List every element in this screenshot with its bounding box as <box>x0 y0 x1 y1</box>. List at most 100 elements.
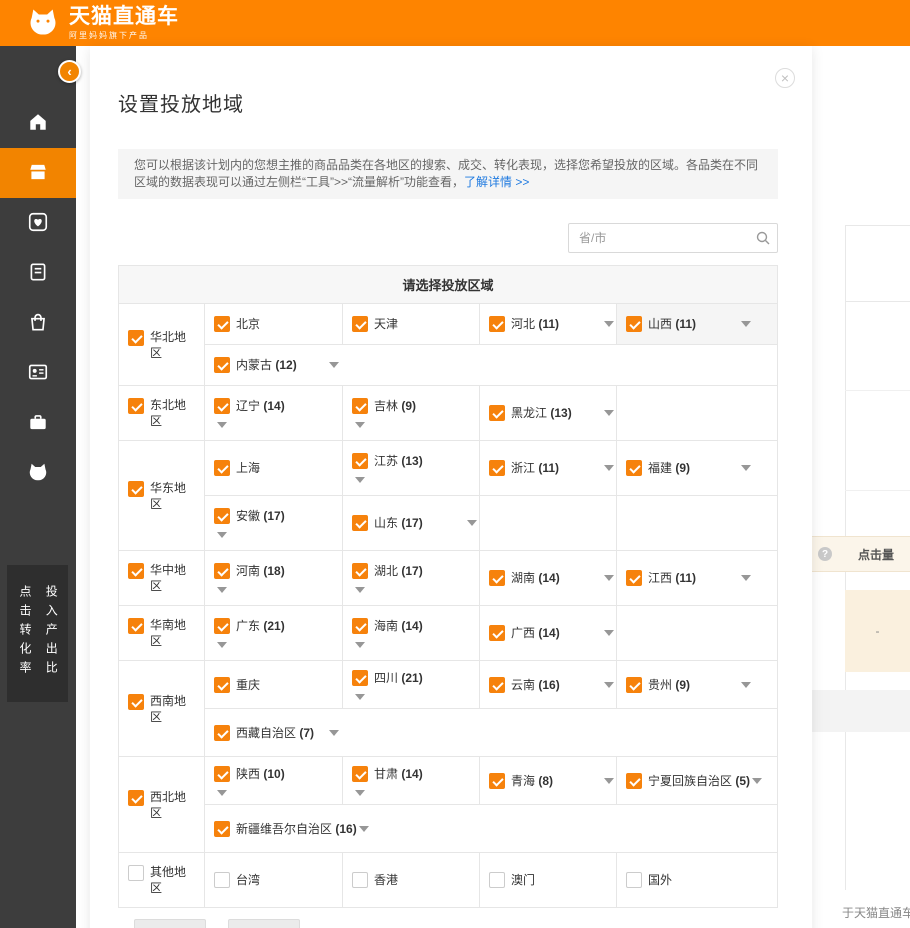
dropdown-arrow-icon[interactable] <box>604 321 614 327</box>
province-cell[interactable]: 云南 (16) <box>479 661 616 708</box>
region-group-label[interactable]: 华东地区 <box>119 441 205 550</box>
dropdown-arrow-icon[interactable] <box>604 630 614 636</box>
sidebar-metric-panel[interactable]: 点击转化率 投入产出比 <box>7 565 68 702</box>
province-cell[interactable]: 澳门 <box>479 853 616 907</box>
sidebar-item-campaigns[interactable] <box>0 148 76 198</box>
dropdown-arrow-icon[interactable] <box>329 362 339 368</box>
checkbox[interactable] <box>352 316 368 332</box>
checkbox[interactable] <box>128 330 144 346</box>
checkbox[interactable] <box>214 872 230 888</box>
dropdown-arrow-icon[interactable] <box>741 465 751 471</box>
bg-footer-link[interactable]: 于天猫直通车 <box>842 904 910 921</box>
region-group-label[interactable]: 华北地区 <box>119 304 205 385</box>
checkbox[interactable] <box>626 460 642 476</box>
province-cell[interactable]: 新疆维吾尔自治区 (16) <box>205 805 777 852</box>
checkbox[interactable] <box>489 316 505 332</box>
province-cell[interactable]: 广西 (14) <box>479 606 616 660</box>
checkbox[interactable] <box>489 625 505 641</box>
checkbox[interactable] <box>128 398 144 414</box>
dropdown-arrow-icon[interactable] <box>741 321 751 327</box>
sidebar-item-home[interactable] <box>0 98 76 148</box>
checkbox[interactable] <box>352 515 368 531</box>
province-cell[interactable]: 北京 <box>205 304 342 344</box>
region-group-label[interactable]: 西南地区 <box>119 661 205 756</box>
checkbox[interactable] <box>489 872 505 888</box>
province-cell[interactable]: 吉林 (9) <box>342 386 479 440</box>
checkbox[interactable] <box>128 694 144 710</box>
checkbox[interactable] <box>352 453 368 469</box>
province-cell[interactable]: 上海 <box>205 441 342 495</box>
province-cell[interactable]: 广东 (21) <box>205 606 342 660</box>
region-group-label[interactable]: 其他地区 <box>119 853 205 907</box>
checkbox[interactable] <box>352 872 368 888</box>
province-cell[interactable]: 山东 (17) <box>342 496 479 550</box>
province-cell[interactable]: 宁夏回族自治区 (5) <box>616 757 777 804</box>
province-cell[interactable]: 甘肃 (14) <box>342 757 479 804</box>
province-cell[interactable]: 安徽 (17) <box>205 496 342 550</box>
checkbox[interactable] <box>214 508 230 524</box>
province-cell[interactable]: 江苏 (13) <box>342 441 479 495</box>
checkbox[interactable] <box>214 677 230 693</box>
checkbox[interactable] <box>214 357 230 373</box>
checkbox[interactable] <box>214 398 230 414</box>
dropdown-arrow-icon[interactable] <box>604 465 614 471</box>
checkbox[interactable] <box>489 773 505 789</box>
dropdown-arrow-icon[interactable] <box>217 422 227 428</box>
select-all-button[interactable]: 全部选中 <box>134 919 206 928</box>
checkbox[interactable] <box>128 618 144 634</box>
dropdown-arrow-icon[interactable] <box>217 790 227 796</box>
dropdown-arrow-icon[interactable] <box>355 790 365 796</box>
province-cell[interactable]: 黑龙江 (13) <box>479 386 616 440</box>
province-cell[interactable]: 江西 (11) <box>616 551 777 605</box>
province-cell[interactable]: 河南 (18) <box>205 551 342 605</box>
help-icon[interactable]: ? <box>818 547 832 561</box>
dropdown-arrow-icon[interactable] <box>604 410 614 416</box>
checkbox[interactable] <box>489 677 505 693</box>
province-cell[interactable]: 内蒙古 (12) <box>205 345 777 385</box>
dropdown-arrow-icon[interactable] <box>467 520 477 526</box>
province-cell[interactable]: 辽宁 (14) <box>205 386 342 440</box>
region-group-label[interactable]: 西北地区 <box>119 757 205 852</box>
region-group-label[interactable]: 东北地区 <box>119 386 205 440</box>
dropdown-arrow-icon[interactable] <box>741 575 751 581</box>
checkbox[interactable] <box>214 563 230 579</box>
checkbox[interactable] <box>489 405 505 421</box>
dropdown-arrow-icon[interactable] <box>604 575 614 581</box>
province-cell[interactable]: 重庆 <box>205 661 342 708</box>
region-group-label[interactable]: 华中地区 <box>119 551 205 605</box>
checkbox[interactable] <box>128 865 144 881</box>
dropdown-arrow-icon[interactable] <box>355 422 365 428</box>
sidebar-item-favorites[interactable] <box>0 198 76 248</box>
province-cell[interactable]: 贵州 (9) <box>616 661 777 708</box>
sidebar-item-account[interactable] <box>0 348 76 398</box>
deselect-all-button[interactable]: 全部取消 <box>228 919 300 928</box>
province-cell[interactable]: 天津 <box>342 304 479 344</box>
checkbox[interactable] <box>352 398 368 414</box>
dropdown-arrow-icon[interactable] <box>355 587 365 593</box>
checkbox[interactable] <box>626 570 642 586</box>
checkbox[interactable] <box>352 618 368 634</box>
dropdown-arrow-icon[interactable] <box>217 532 227 538</box>
checkbox[interactable] <box>214 821 230 837</box>
checkbox[interactable] <box>352 563 368 579</box>
checkbox[interactable] <box>626 316 642 332</box>
checkbox[interactable] <box>626 872 642 888</box>
checkbox[interactable] <box>128 563 144 579</box>
province-cell[interactable]: 国外 <box>616 853 777 907</box>
province-cell[interactable]: 陕西 (10) <box>205 757 342 804</box>
checkbox[interactable] <box>352 766 368 782</box>
sidebar-item-reports[interactable] <box>0 248 76 298</box>
dropdown-arrow-icon[interactable] <box>604 778 614 784</box>
checkbox[interactable] <box>626 677 642 693</box>
search-icon[interactable] <box>756 231 770 245</box>
dropdown-arrow-icon[interactable] <box>217 587 227 593</box>
checkbox[interactable] <box>214 460 230 476</box>
checkbox[interactable] <box>214 725 230 741</box>
province-cell[interactable]: 香港 <box>342 853 479 907</box>
checkbox[interactable] <box>626 773 642 789</box>
checkbox[interactable] <box>214 766 230 782</box>
province-cell[interactable]: 西藏自治区 (7) <box>205 709 777 756</box>
province-cell[interactable]: 河北 (11) <box>479 304 616 344</box>
province-cell[interactable]: 四川 (21) <box>342 661 479 708</box>
dropdown-arrow-icon[interactable] <box>355 477 365 483</box>
